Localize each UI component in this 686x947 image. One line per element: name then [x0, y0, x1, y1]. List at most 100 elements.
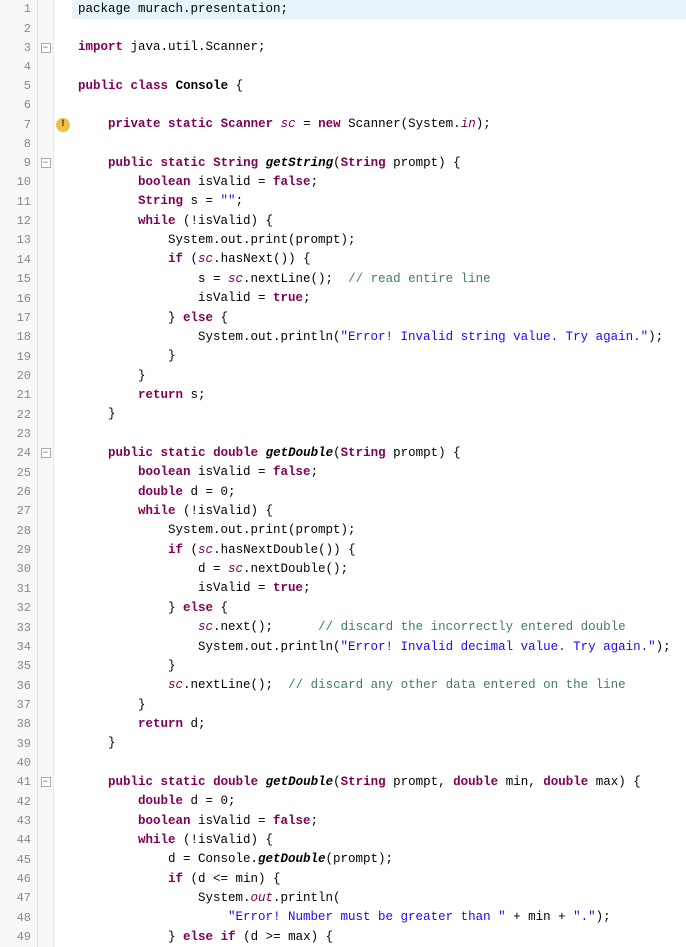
fold-button[interactable]: −: [41, 448, 51, 458]
warning-gutter: [54, 58, 72, 77]
code-content: } else {: [72, 309, 686, 328]
warning-gutter: [54, 444, 72, 463]
line-number: 36: [0, 676, 38, 695]
code-content: import java.util.Scanner;: [72, 38, 686, 57]
code-line: 19 }: [0, 347, 686, 366]
warning-gutter: [54, 463, 72, 482]
code-content: boolean isValid = false;: [72, 173, 686, 192]
code-content: boolean isValid = false;: [72, 812, 686, 831]
code-content: [72, 135, 686, 154]
fold-gutter: [38, 754, 54, 773]
warning-gutter: [54, 579, 72, 598]
fold-gutter: [38, 212, 54, 231]
code-content: System.out.println("Error! Invalid decim…: [72, 638, 686, 657]
fold-gutter: [38, 579, 54, 598]
code-content: while (!isValid) {: [72, 212, 686, 231]
fold-gutter: −: [38, 38, 54, 57]
warning-gutter: [54, 502, 72, 521]
code-line: 16 isValid = true;: [0, 289, 686, 308]
fold-button[interactable]: −: [41, 158, 51, 168]
fold-gutter: [38, 657, 54, 676]
code-line: 42 double d = 0;: [0, 792, 686, 811]
code-content: }: [72, 367, 686, 386]
code-content: while (!isValid) {: [72, 831, 686, 850]
code-line: 27 while (!isValid) {: [0, 502, 686, 521]
fold-gutter: [38, 928, 54, 947]
code-content: System.out.print(prompt);: [72, 521, 686, 540]
fold-gutter: [38, 870, 54, 889]
line-number: 31: [0, 579, 38, 598]
code-line: 28 System.out.print(prompt);: [0, 521, 686, 540]
code-content: }: [72, 347, 686, 366]
warning-gutter: [54, 889, 72, 908]
line-number: 37: [0, 696, 38, 715]
line-number: 7: [0, 115, 38, 134]
code-line: 7 ! private static Scanner sc = new Scan…: [0, 115, 686, 134]
line-number: 25: [0, 463, 38, 482]
line-number: 38: [0, 715, 38, 734]
line-number: 46: [0, 870, 38, 889]
code-line: 15 s = sc.nextLine(); // read entire lin…: [0, 270, 686, 289]
fold-button[interactable]: −: [41, 43, 51, 53]
code-line: 10 boolean isValid = false;: [0, 173, 686, 192]
warning-gutter: [54, 850, 72, 869]
warning-gutter: [54, 618, 72, 637]
code-line: 46 if (d <= min) {: [0, 870, 686, 889]
fold-gutter: [38, 0, 54, 19]
line-number: 4: [0, 58, 38, 77]
fold-gutter: [38, 676, 54, 695]
warning-gutter: [54, 135, 72, 154]
code-content: public static double getDouble(String pr…: [72, 773, 686, 792]
warning-gutter: [54, 328, 72, 347]
code-line: 33 sc.next(); // discard the incorrectly…: [0, 618, 686, 637]
code-line: 11 String s = "";: [0, 192, 686, 211]
warning-gutter: [54, 696, 72, 715]
code-line: 8: [0, 135, 686, 154]
warning-gutter: [54, 831, 72, 850]
line-number: 3: [0, 38, 38, 57]
warning-gutter: [54, 483, 72, 502]
line-number: 6: [0, 96, 38, 115]
warning-gutter: [54, 192, 72, 211]
warning-gutter: [54, 928, 72, 947]
warning-gutter: [54, 212, 72, 231]
code-content: return d;: [72, 715, 686, 734]
line-number: 43: [0, 812, 38, 831]
fold-gutter: [38, 618, 54, 637]
line-number: 1: [0, 0, 38, 19]
warning-gutter: [54, 908, 72, 927]
fold-gutter: [38, 96, 54, 115]
code-content: sc.next(); // discard the incorrectly en…: [72, 618, 686, 637]
code-line: 25 boolean isValid = false;: [0, 463, 686, 482]
fold-gutter: [38, 502, 54, 521]
code-line: 39 }: [0, 734, 686, 753]
code-content: public class Console {: [72, 77, 686, 96]
warning-gutter: [54, 521, 72, 540]
code-line: 22 }: [0, 405, 686, 424]
code-content: isValid = true;: [72, 579, 686, 598]
code-line: 6: [0, 96, 686, 115]
fold-gutter: [38, 173, 54, 192]
line-number: 28: [0, 521, 38, 540]
code-content: public static String getString(String pr…: [72, 154, 686, 173]
fold-gutter: [38, 19, 54, 38]
fold-button[interactable]: −: [41, 777, 51, 787]
code-line: 2: [0, 19, 686, 38]
code-content: package murach.presentation;: [72, 0, 686, 19]
warning-gutter: [54, 812, 72, 831]
fold-gutter: [38, 599, 54, 618]
code-content: if (d <= min) {: [72, 870, 686, 889]
fold-gutter: [38, 908, 54, 927]
code-content: public static double getDouble(String pr…: [72, 444, 686, 463]
fold-gutter: [38, 250, 54, 269]
fold-gutter: [38, 792, 54, 811]
warning-gutter: [54, 347, 72, 366]
warning-icon[interactable]: !: [56, 118, 70, 132]
warning-gutter: [54, 96, 72, 115]
code-line: 1 package murach.presentation;: [0, 0, 686, 19]
warning-gutter: [54, 638, 72, 657]
fold-gutter: [38, 541, 54, 560]
code-line: 21 return s;: [0, 386, 686, 405]
fold-gutter: [38, 405, 54, 424]
fold-gutter: [38, 831, 54, 850]
